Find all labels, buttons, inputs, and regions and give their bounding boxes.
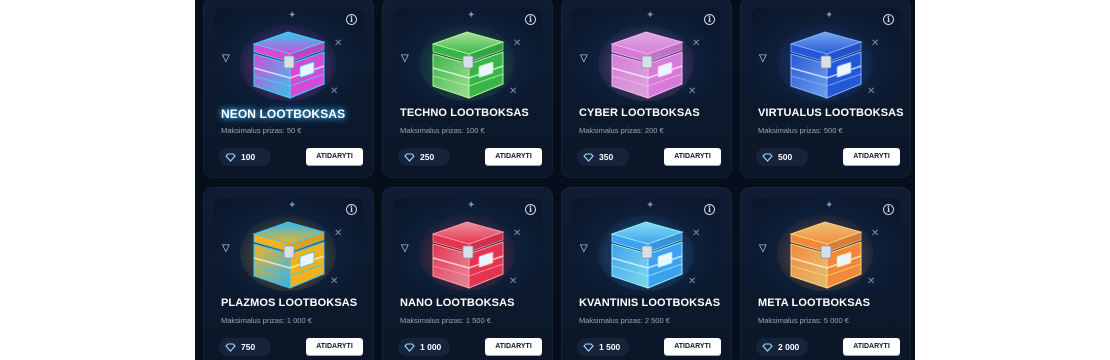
gem-icon xyxy=(404,342,415,352)
lootbox-title: CYBER LOOTBOKSAS xyxy=(579,107,700,119)
lootbox-card: ✦ ✕ ✕ ▽ xyxy=(740,0,911,178)
gem-icon xyxy=(762,342,773,352)
lootbox-chest-icon xyxy=(419,215,515,291)
max-prize-text: Maksimalus prizas: 500 € xyxy=(758,126,843,135)
lootbox-title: META LOOTBOKSAS xyxy=(758,297,871,309)
lootbox-image[interactable]: ✦ ✕ ✕ ▽ i xyxy=(751,198,900,295)
info-icon[interactable]: i xyxy=(704,14,715,25)
lootbox-grid: ✦ ✕ ✕ ▽ i NEON LOOTBOKSAS Maksimalus pri… xyxy=(195,0,915,360)
price-value: 350 xyxy=(599,152,614,162)
sparkle-icon: ▽ xyxy=(759,53,767,64)
max-prize-text: Maksimalus prizas: 2 500 € xyxy=(579,316,670,325)
lootbox-card: ✦ ✕ ✕ ▽ xyxy=(382,187,553,360)
max-prize-text: Maksimalus prizas: 100 € xyxy=(400,126,485,135)
price-value: 100 xyxy=(241,152,256,162)
lootbox-chest-icon xyxy=(598,25,694,101)
lootbox-chest-icon xyxy=(598,215,694,291)
info-icon[interactable]: i xyxy=(883,204,894,215)
price-badge: 750 xyxy=(219,338,271,356)
sparkle-icon: ▽ xyxy=(580,53,588,64)
price-value: 250 xyxy=(420,152,435,162)
gem-icon xyxy=(583,152,594,162)
lootbox-title: VIRTUALUS LOOTBOKSAS xyxy=(758,107,904,119)
lootbox-image[interactable]: ✦ ✕ ✕ ▽ i xyxy=(393,8,542,105)
sparkle-icon: ▽ xyxy=(222,53,230,64)
price-badge: 1 500 xyxy=(577,338,629,356)
open-lootbox-button[interactable]: ATIDARYTI xyxy=(664,148,721,165)
price-badge: 1 000 xyxy=(398,338,450,356)
price-value: 2 000 xyxy=(778,342,800,352)
lootbox-image[interactable]: ✦ ✕ ✕ ▽ i xyxy=(214,198,363,295)
lootbox-image[interactable]: ✦ ✕ ✕ ▽ i xyxy=(572,198,721,295)
lootbox-card: ✦ ✕ ✕ ▽ xyxy=(740,187,911,360)
lootbox-title: NANO LOOTBOKSAS xyxy=(400,297,515,309)
lootbox-title: PLAZMOS LOOTBOKSAS xyxy=(221,297,358,309)
gem-icon xyxy=(404,152,415,162)
lootbox-chest-icon xyxy=(240,215,336,291)
info-icon[interactable]: i xyxy=(883,14,894,25)
lootbox-card: ✦ ✕ ✕ ▽ xyxy=(561,0,732,178)
sparkle-icon: ▽ xyxy=(222,243,230,254)
lootbox-card: ✦ ✕ ✕ ▽ xyxy=(203,0,374,178)
open-lootbox-button[interactable]: ATIDARYTI xyxy=(306,338,363,355)
price-value: 750 xyxy=(241,342,256,352)
price-badge: 350 xyxy=(577,148,629,166)
info-icon[interactable]: i xyxy=(704,204,715,215)
max-prize-text: Maksimalus prizas: 1 500 € xyxy=(400,316,491,325)
gem-icon xyxy=(225,342,236,352)
sparkle-icon: ▽ xyxy=(759,243,767,254)
price-value: 1 000 xyxy=(420,342,442,352)
max-prize-text: Maksimalus prizas: 1 000 € xyxy=(221,316,312,325)
lootbox-title: TECHNO LOOTBOKSAS xyxy=(400,107,529,119)
lootbox-chest-icon xyxy=(777,215,873,291)
lootbox-card: ✦ ✕ ✕ ▽ xyxy=(203,187,374,360)
lootbox-title: KVANTINIS LOOTBOKSAS xyxy=(579,297,721,309)
sparkle-icon: ▽ xyxy=(401,53,409,64)
lootbox-image[interactable]: ✦ ✕ ✕ ▽ i xyxy=(214,8,363,105)
price-badge: 250 xyxy=(398,148,450,166)
info-icon[interactable]: i xyxy=(525,14,536,25)
open-lootbox-button[interactable]: ATIDARYTI xyxy=(664,338,721,355)
gem-icon xyxy=(762,152,773,162)
open-lootbox-button[interactable]: ATIDARYTI xyxy=(485,148,542,165)
lootbox-chest-icon xyxy=(240,25,336,101)
lootbox-chest-icon xyxy=(419,25,515,101)
lootbox-card: ✦ ✕ ✕ ▽ xyxy=(561,187,732,360)
max-prize-text: Maksimalus prizas: 50 € xyxy=(221,126,302,135)
lootbox-chest-icon xyxy=(777,25,873,101)
price-badge: 500 xyxy=(756,148,808,166)
price-badge: 2 000 xyxy=(756,338,808,356)
open-lootbox-button[interactable]: ATIDARYTI xyxy=(306,148,363,165)
info-icon[interactable]: i xyxy=(346,14,357,25)
lootbox-image[interactable]: ✦ ✕ ✕ ▽ i xyxy=(751,8,900,105)
open-lootbox-button[interactable]: ATIDARYTI xyxy=(843,338,900,355)
max-prize-text: Maksimalus prizas: 200 € xyxy=(579,126,664,135)
sparkle-icon: ▽ xyxy=(580,243,588,254)
lootbox-card: ✦ ✕ ✕ ▽ xyxy=(382,0,553,178)
gem-icon xyxy=(583,342,594,352)
open-lootbox-button[interactable]: ATIDARYTI xyxy=(843,148,900,165)
price-value: 1 500 xyxy=(599,342,621,352)
info-icon[interactable]: i xyxy=(525,204,536,215)
info-icon[interactable]: i xyxy=(346,204,357,215)
lootbox-title: NEON LOOTBOKSAS xyxy=(221,107,346,121)
max-prize-text: Maksimalus prizas: 5 000 € xyxy=(758,316,849,325)
lootbox-image[interactable]: ✦ ✕ ✕ ▽ i xyxy=(572,8,721,105)
gem-icon xyxy=(225,152,236,162)
price-value: 500 xyxy=(778,152,793,162)
sparkle-icon: ▽ xyxy=(401,243,409,254)
open-lootbox-button[interactable]: ATIDARYTI xyxy=(485,338,542,355)
lootbox-image[interactable]: ✦ ✕ ✕ ▽ i xyxy=(393,198,542,295)
price-badge: 100 xyxy=(219,148,271,166)
